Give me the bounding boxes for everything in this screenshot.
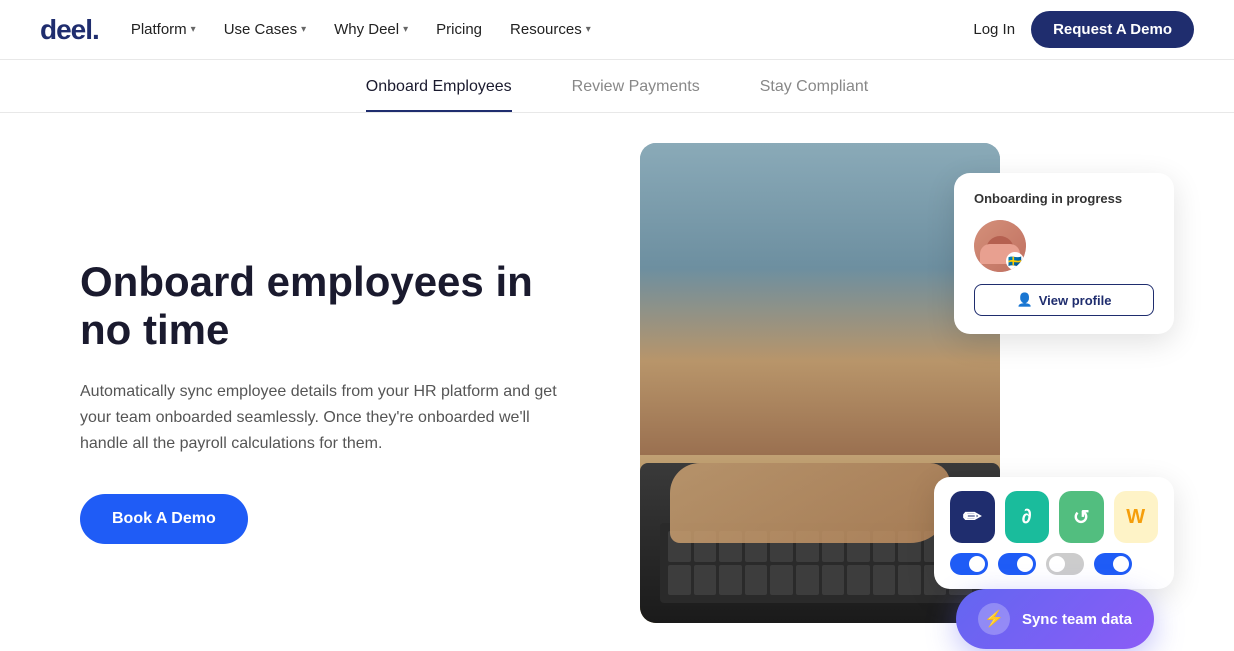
tabs-section: Onboard Employees Review Payments Stay C… [0, 60, 1234, 113]
onboarding-card-title: Onboarding in progress [974, 191, 1154, 206]
integrations-card: ✏ ∂ ↺ W [934, 477, 1174, 589]
chevron-down-icon: ▾ [191, 24, 196, 35]
integration-icon-2[interactable]: ∂ [1005, 491, 1050, 543]
sync-card[interactable]: ⚡ Sync team data [956, 589, 1154, 649]
nav-item-platform[interactable]: Platform ▾ [131, 21, 196, 38]
logo[interactable]: deel. [40, 14, 99, 46]
login-button[interactable]: Log In [973, 21, 1015, 38]
avatar-row: 🇸🇪 [974, 220, 1154, 272]
toggle-3[interactable] [1046, 553, 1084, 575]
toggle-row [950, 553, 1158, 575]
navbar: deel. Platform ▾ Use Cases ▾ Why Deel ▾ … [0, 0, 1234, 60]
nav-item-use-cases[interactable]: Use Cases ▾ [224, 21, 306, 38]
integration-icon-4[interactable]: W [1114, 491, 1159, 543]
nav-right: Log In Request A Demo [973, 11, 1194, 48]
user-icon: 👤 [1017, 292, 1033, 308]
book-demo-button[interactable]: Book A Demo [80, 494, 248, 544]
right-panel: Onboarding in progress 🇸🇪 👤 View profile… [640, 153, 1154, 649]
chevron-down-icon: ▾ [586, 24, 591, 35]
nav-item-pricing[interactable]: Pricing [436, 21, 482, 38]
view-profile-button[interactable]: 👤 View profile [974, 284, 1154, 316]
onboarding-card: Onboarding in progress 🇸🇪 👤 View profile [954, 173, 1174, 334]
sync-icon: ⚡ [978, 603, 1010, 635]
tab-review-payments[interactable]: Review Payments [572, 78, 700, 112]
toggle-4[interactable] [1094, 553, 1132, 575]
nav-item-why-deel[interactable]: Why Deel ▾ [334, 21, 408, 38]
integration-icon-1[interactable]: ✏ [950, 491, 995, 543]
avatar: 🇸🇪 [974, 220, 1026, 272]
chevron-down-icon: ▾ [301, 24, 306, 35]
chevron-down-icon: ▾ [403, 24, 408, 35]
toggle-1[interactable] [950, 553, 988, 575]
nav-item-resources[interactable]: Resources ▾ [510, 21, 591, 38]
flag-icon: 🇸🇪 [1006, 252, 1024, 270]
integration-icon-3[interactable]: ↺ [1059, 491, 1104, 543]
nav-left: deel. Platform ▾ Use Cases ▾ Why Deel ▾ … [40, 14, 591, 46]
left-panel: Onboard employees in no time Automatical… [80, 258, 580, 544]
tab-stay-compliant[interactable]: Stay Compliant [760, 78, 869, 112]
sync-label: Sync team data [1022, 611, 1132, 628]
integration-icons-row: ✏ ∂ ↺ W [950, 491, 1158, 543]
hero-description: Automatically sync employee details from… [80, 379, 560, 458]
hero-title: Onboard employees in no time [80, 258, 580, 355]
toggle-2[interactable] [998, 553, 1036, 575]
nav-menu: Platform ▾ Use Cases ▾ Why Deel ▾ Pricin… [131, 21, 591, 38]
tab-onboard-employees[interactable]: Onboard Employees [366, 78, 512, 112]
request-demo-button[interactable]: Request A Demo [1031, 11, 1194, 48]
main-content: Onboard employees in no time Automatical… [0, 113, 1234, 649]
